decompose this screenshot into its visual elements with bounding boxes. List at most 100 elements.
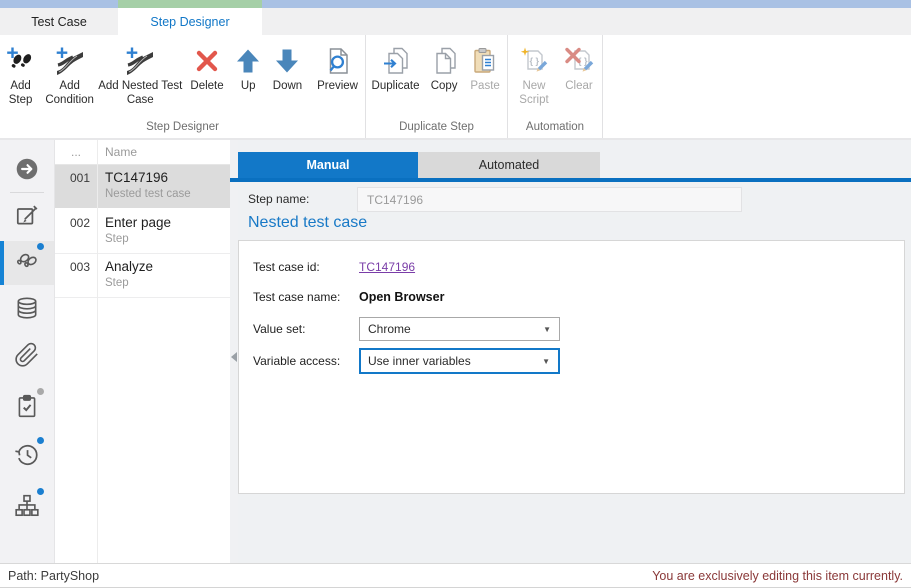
steps-footprints-icon xyxy=(14,248,40,279)
sidebar-item-navigate[interactable] xyxy=(0,149,54,193)
checklist-badge-dot xyxy=(37,388,44,395)
new-script-label: New Script xyxy=(510,79,558,108)
value-set-dropdown[interactable]: Chrome ▼ xyxy=(359,317,560,341)
checklist-icon xyxy=(14,393,40,424)
down-button[interactable]: Down xyxy=(265,35,310,93)
tab-step-designer[interactable]: Step Designer xyxy=(118,8,262,35)
add-nested-test-case-button[interactable]: Add Nested Test Case xyxy=(98,35,182,108)
ribbon-group-label-step-designer: Step Designer xyxy=(0,121,365,138)
copy-button[interactable]: Copy xyxy=(425,35,463,93)
variable-access-label: Variable access: xyxy=(253,354,359,368)
history-icon xyxy=(14,442,40,473)
sidebar-item-steps[interactable] xyxy=(0,241,54,285)
copy-icon xyxy=(429,46,459,76)
preview-button[interactable]: Preview xyxy=(310,35,365,93)
delete-button[interactable]: Delete xyxy=(182,35,231,93)
edit-icon xyxy=(14,203,40,234)
delete-label: Delete xyxy=(190,79,223,93)
delete-icon xyxy=(192,46,222,76)
ribbon-group-label-automation: Automation xyxy=(508,121,602,138)
clear-script-button[interactable]: { } Clear xyxy=(558,35,600,93)
paste-label: Paste xyxy=(470,79,499,93)
splitter-collapse-arrow-icon[interactable] xyxy=(231,352,237,362)
add-nested-test-case-icon xyxy=(125,46,155,76)
history-badge-dot xyxy=(37,437,44,444)
add-condition-button[interactable]: Add Condition xyxy=(41,35,98,108)
up-label: Up xyxy=(241,79,256,93)
duplicate-label: Duplicate xyxy=(372,79,420,93)
clear-script-label: Clear xyxy=(565,79,592,93)
step-row-001[interactable]: 001 TC147196 Nested test case xyxy=(55,165,230,210)
variable-access-row: Variable access: Use inner variables ▼ xyxy=(253,347,904,375)
ribbon-toolbar: Add Step Add Condition xyxy=(0,35,911,140)
sidebar-item-edit[interactable] xyxy=(0,196,54,240)
add-step-button[interactable]: Add Step xyxy=(0,35,41,108)
down-arrow-icon xyxy=(272,46,302,76)
variable-access-dropdown[interactable]: Use inner variables ▼ xyxy=(359,348,560,374)
step-name: TC147196 xyxy=(105,169,230,187)
name-column-header: Name xyxy=(97,145,137,159)
copy-label: Copy xyxy=(431,79,458,93)
duplicate-button[interactable]: Duplicate xyxy=(366,35,425,93)
step-row-002[interactable]: 002 Enter page Step xyxy=(55,210,230,254)
step-number: 002 xyxy=(55,210,97,253)
tab-manual[interactable]: Manual xyxy=(238,152,418,178)
attachments-icon xyxy=(14,342,40,373)
status-path: Path: PartyShop xyxy=(8,569,99,583)
add-step-icon xyxy=(6,46,36,76)
step-detail-area: Manual Automated Step name: Nested test … xyxy=(238,140,911,563)
application-window: Test Case Step Designer Add xyxy=(0,0,911,588)
hierarchy-badge-dot xyxy=(37,488,44,495)
panel-splitter[interactable] xyxy=(230,140,238,563)
step-type: Step xyxy=(105,276,230,291)
clear-script-icon: { } xyxy=(564,46,594,76)
tab-accent-line xyxy=(230,178,911,182)
window-tab-bar: Test Case Step Designer xyxy=(0,8,911,35)
test-case-id-link[interactable]: TC147196 xyxy=(359,260,415,274)
step-row-003[interactable]: 003 Analyze Step xyxy=(55,254,230,298)
step-name-input[interactable] xyxy=(357,187,742,212)
step-type: Step xyxy=(105,232,230,247)
status-editing-message: You are exclusively editing this item cu… xyxy=(652,569,903,583)
tab-automated[interactable]: Automated xyxy=(418,152,600,178)
title-strip xyxy=(0,0,911,8)
step-type: Nested test case xyxy=(105,187,230,202)
sidebar-item-history[interactable] xyxy=(0,435,54,479)
sidebar-item-checklist[interactable] xyxy=(0,386,54,430)
paste-icon xyxy=(470,46,500,76)
up-button[interactable]: Up xyxy=(232,35,265,93)
value-set-selected-value: Chrome xyxy=(368,322,411,336)
body-area: ... Name 001 TC147196 Nested test case 0… xyxy=(0,140,911,563)
duplicate-icon xyxy=(381,46,411,76)
ribbon-group-step-designer: Add Step Add Condition xyxy=(0,35,365,138)
add-condition-label: Add Condition xyxy=(41,79,98,108)
sidebar-item-test-data[interactable] xyxy=(0,288,54,332)
sidebar-item-attachments[interactable] xyxy=(0,335,54,379)
test-case-name-value: Open Browser xyxy=(359,290,444,304)
preview-icon xyxy=(323,46,353,76)
chevron-down-icon: ▼ xyxy=(543,325,559,334)
step-name-label: Step name: xyxy=(248,192,309,206)
steps-list-header: ... Name xyxy=(55,140,230,165)
add-step-label: Add Step xyxy=(0,79,41,108)
paste-button[interactable]: Paste xyxy=(463,35,507,93)
step-name: Analyze xyxy=(105,258,230,276)
navigate-icon xyxy=(14,156,40,187)
ribbon-group-label-duplicate-step: Duplicate Step xyxy=(366,121,507,138)
step-name-row: Step name: xyxy=(238,187,911,213)
tab-test-case[interactable]: Test Case xyxy=(0,8,118,35)
up-arrow-icon xyxy=(233,46,263,76)
ribbon-group-automation: { } New Script { } xyxy=(507,35,603,138)
down-label: Down xyxy=(273,79,302,93)
sidebar-item-hierarchy[interactable] xyxy=(0,486,54,530)
test-data-icon xyxy=(14,295,40,326)
manual-automated-tab-bar: Manual Automated xyxy=(238,152,600,178)
chevron-down-icon: ▼ xyxy=(542,357,558,366)
ribbon-group-duplicate-step: Duplicate Copy xyxy=(365,35,507,138)
variable-access-selected-value: Use inner variables xyxy=(368,354,471,368)
new-script-button[interactable]: { } New Script xyxy=(510,35,558,108)
left-navigation-sidebar xyxy=(0,140,55,563)
test-case-id-row: Test case id: TC147196 xyxy=(253,256,904,278)
nested-test-case-panel: Test case id: TC147196 Test case name: O… xyxy=(238,240,905,494)
test-case-id-label: Test case id: xyxy=(253,260,359,274)
